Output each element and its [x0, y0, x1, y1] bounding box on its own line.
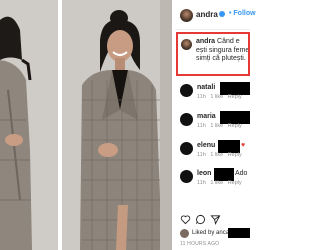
liker-avatar — [180, 229, 189, 238]
caption-highlight: andra Când e ești singura feme simți că … — [176, 32, 250, 76]
share-icon[interactable] — [210, 214, 221, 225]
heart-icon[interactable] — [180, 214, 191, 225]
comment-meta: 11h 1 like Reply — [197, 94, 245, 100]
comment-likes[interactable]: 1 like — [210, 180, 223, 186]
caption-avatar[interactable] — [181, 39, 192, 50]
comment-item: maria 11h 1 like Reply — [176, 111, 250, 133]
comment-icon[interactable] — [195, 214, 206, 225]
comment-item: leon Ado 11h 1 like Reply — [176, 168, 250, 190]
post-timestamp: 11 HOURS AGO — [180, 241, 220, 247]
reply-button[interactable]: Reply — [228, 152, 242, 158]
author-username[interactable]: andra — [196, 10, 218, 19]
comment-item: natali 11h 1 like Reply — [176, 82, 250, 104]
caption-line-2: ești singura feme — [196, 46, 250, 54]
commenter-avatar[interactable] — [180, 84, 193, 97]
comment-text: Ado — [235, 170, 248, 177]
reply-button[interactable]: Reply — [228, 180, 242, 186]
comment-meta: 11h 1 like Reply — [197, 123, 245, 129]
likes-summary[interactable]: Liked by anca — [176, 228, 250, 241]
comment-likes[interactable]: 1 like — [210, 94, 223, 100]
commenter-username[interactable]: elenu — [197, 142, 215, 149]
photo-left — [0, 0, 58, 250]
caption-username[interactable]: andra — [196, 38, 215, 45]
author-avatar[interactable] — [180, 9, 193, 22]
comment-time: 11h — [197, 152, 206, 158]
commenter-username[interactable]: leon — [197, 170, 211, 177]
commenter-username[interactable]: natali — [197, 84, 215, 91]
comment-time: 11h — [197, 123, 206, 129]
caption-line-3: simți că plutești. — [196, 55, 246, 62]
caption-line-1: Când e — [217, 38, 240, 45]
reply-button[interactable]: Reply — [228, 94, 242, 100]
commenter-avatar[interactable] — [180, 142, 193, 155]
comment-text: ♥ — [241, 142, 246, 149]
comment-time: 11h — [197, 94, 206, 100]
commenter-avatar[interactable] — [180, 170, 193, 183]
commenter-username[interactable]: maria — [197, 113, 216, 120]
reply-button[interactable]: Reply — [228, 123, 242, 129]
caption-text: andra Când e ești singura feme simți că … — [196, 38, 250, 64]
verified-icon — [219, 11, 225, 17]
comment-item: elenu ♥ 11h 1 like Reply — [176, 140, 250, 162]
comment-meta: 11h 1 like Reply — [197, 180, 245, 186]
comment-likes[interactable]: 1 like — [210, 152, 223, 158]
comment-meta: 11h 1 like Reply — [197, 152, 245, 158]
commenter-avatar[interactable] — [180, 113, 193, 126]
header-divider — [175, 29, 250, 30]
action-bar — [180, 214, 250, 226]
likes-text: Liked by anca — [192, 230, 230, 236]
redaction-bar — [228, 228, 250, 238]
comment-likes[interactable]: 1 like — [210, 123, 223, 129]
post-photo — [62, 0, 172, 250]
follow-button[interactable]: • Follow — [229, 10, 256, 17]
comment-time: 11h — [197, 180, 206, 186]
post-header: andra • Follow — [177, 7, 256, 25]
